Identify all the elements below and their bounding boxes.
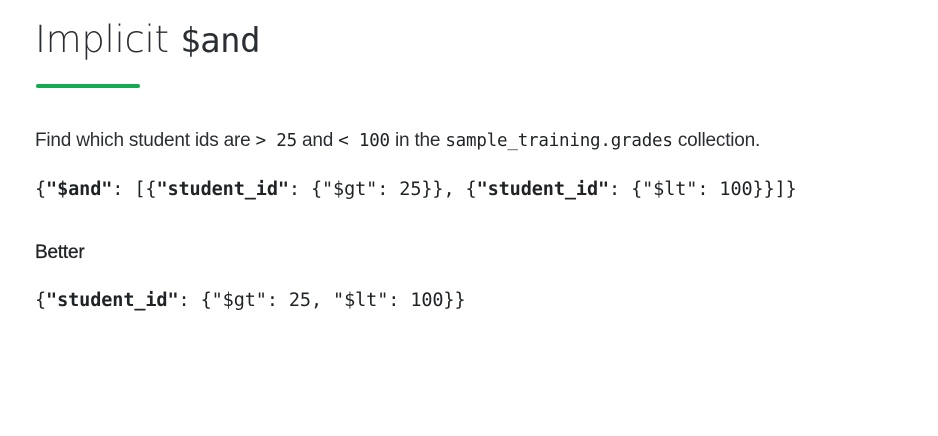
prompt-text-3: in the: [389, 130, 446, 151]
code2-punct-1: {: [35, 290, 47, 311]
slide: Implicit $and Find which student ids are…: [0, 0, 938, 436]
prompt-code-lt: < 100: [338, 131, 390, 151]
code1-key-student-id-2: "student_id": [476, 179, 610, 200]
explicit-and-query: {"$and": [{"student_id": {"$gt": 25}}, {…: [35, 177, 797, 203]
slide-title: Implicit $and: [35, 17, 261, 64]
title-underline-accent: [36, 84, 140, 88]
code1-key-student-id-1: "student_id": [156, 179, 289, 200]
prompt-text-4: collection.: [672, 130, 761, 151]
implicit-and-query: {"student_id": {"$gt": 25, "$lt": 100}}: [35, 288, 466, 314]
prompt-code-gt: > 25: [255, 131, 298, 151]
code2-key-student-id: "student_id": [46, 290, 179, 311]
prompt-text-1: Find which student ids are: [35, 130, 256, 151]
prompt-code-collection: sample_training.grades: [445, 131, 673, 151]
code1-punct-4: : {"$lt": 100}}]}: [609, 179, 797, 200]
title-code: $and: [180, 21, 261, 61]
code1-punct-3: : {"$gt": 25}}, {: [288, 179, 477, 200]
code1-key-and: "$and": [46, 179, 113, 200]
code1-punct-1: {: [35, 179, 47, 200]
prompt-text-2: and: [296, 130, 339, 151]
code2-punct-2: : {"$gt": 25, "$lt": 100}}: [178, 290, 466, 311]
code1-punct-2: : [{: [112, 179, 157, 200]
better-heading: Better: [35, 242, 85, 263]
exercise-prompt: Find which student ids are > 25 and < 10…: [35, 128, 760, 154]
title-text: Implicit: [35, 18, 181, 61]
